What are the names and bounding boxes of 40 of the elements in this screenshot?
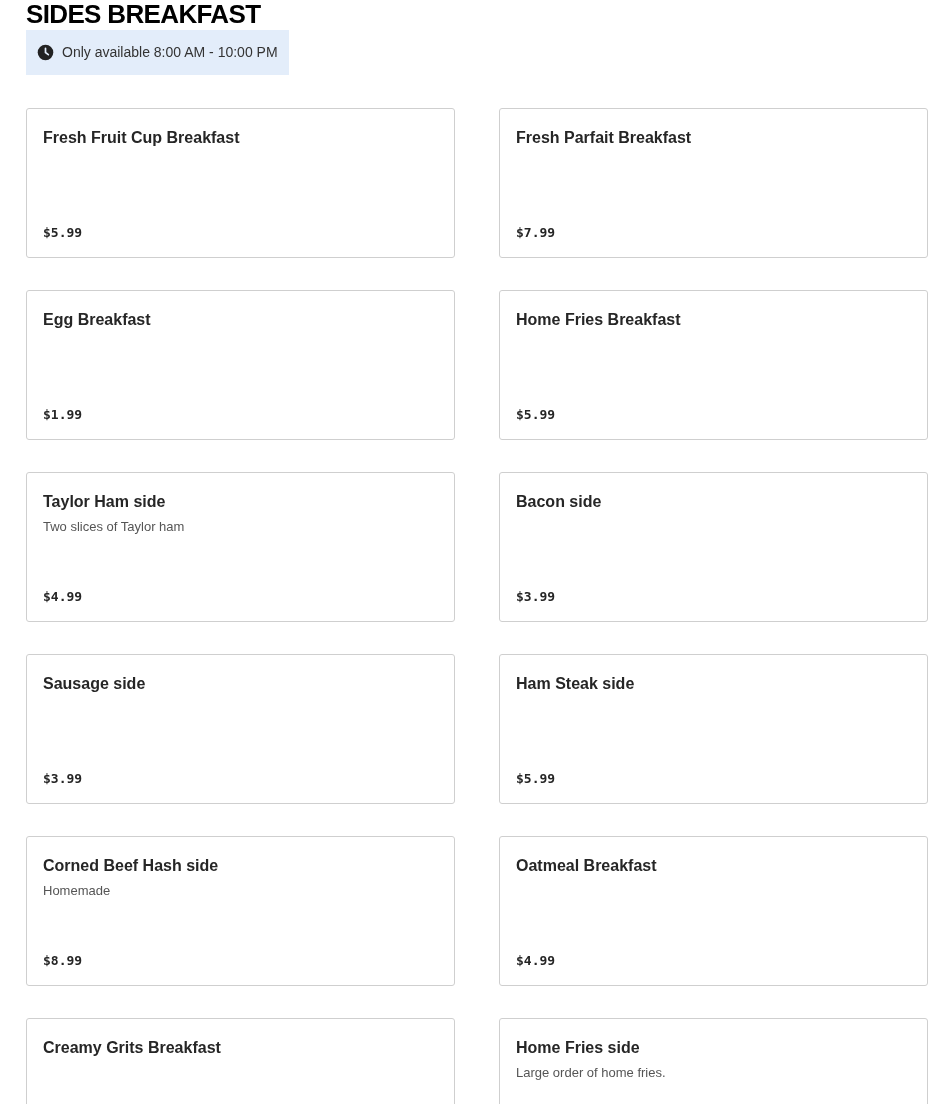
item-description: Large order of home fries. [516,1065,667,1081]
menu-item-card[interactable]: Creamy Grits Breakfast [26,1018,455,1104]
menu-item-card[interactable]: Home Fries Breakfast $5.99 [499,290,928,440]
item-name: Egg Breakfast [43,310,152,330]
item-price: $3.99 [516,587,557,606]
item-name: Taylor Ham side [43,492,167,512]
menu-item-card[interactable]: Taylor Ham side Two slices of Taylor ham $4.99 [26,472,455,622]
item-price: $8.99 [43,951,84,970]
menu-item-card[interactable]: Oatmeal Breakfast $4.99 [499,836,928,986]
item-price: $7.99 [516,223,557,242]
menu-item-card[interactable]: Sausage side $3.99 [26,654,455,804]
menu-item-card[interactable]: Bacon side $3.99 [499,472,928,622]
menu-item-card[interactable]: Fresh Parfait Breakfast $7.99 [499,108,928,258]
menu-item-card[interactable]: Corned Beef Hash side Homemade $8.99 [26,836,455,986]
item-name: Fresh Parfait Breakfast [516,128,693,148]
item-name: Bacon side [516,492,603,512]
item-name: Creamy Grits Breakfast [43,1038,222,1058]
clock-icon [37,44,54,61]
item-name: Ham Steak side [516,674,636,694]
menu-item-card[interactable]: Egg Breakfast $1.99 [26,290,455,440]
menu-item-card[interactable]: Fresh Fruit Cup Breakfast $5.99 [26,108,455,258]
item-name: Sausage side [43,674,147,694]
item-price: $5.99 [516,769,557,788]
item-price: $4.99 [43,587,84,606]
item-name: Corned Beef Hash side [43,856,220,876]
item-name: Oatmeal Breakfast [516,856,658,876]
item-price: $3.99 [43,769,84,788]
item-price: $5.99 [516,405,557,424]
item-price: $5.99 [43,223,84,242]
menu-item-card[interactable]: Ham Steak side $5.99 [499,654,928,804]
availability-text: Only available 8:00 AM - 10:00 PM [62,43,278,62]
item-description: Two slices of Taylor ham [43,519,186,535]
item-name: Fresh Fruit Cup Breakfast [43,128,241,148]
item-description: Homemade [43,883,112,899]
item-price: $4.99 [516,951,557,970]
menu-item-card[interactable]: Home Fries side Large order of home fries. [499,1018,928,1104]
item-name: Home Fries Breakfast [516,310,682,330]
item-name: Home Fries side [516,1038,641,1058]
item-price: $1.99 [43,405,84,424]
section-title: SIDES BREAKFAST [26,0,261,28]
